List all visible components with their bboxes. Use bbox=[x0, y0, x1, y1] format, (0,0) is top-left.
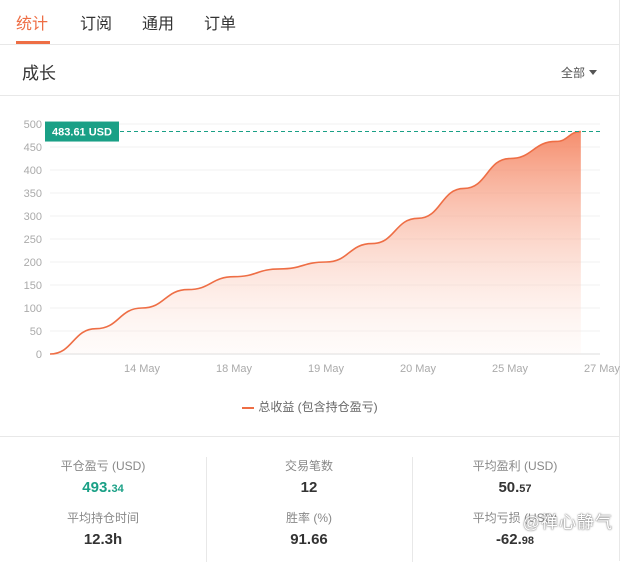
stat-trade-count: 交易笔数 12 bbox=[219, 457, 399, 496]
y-tick-label: 50 bbox=[30, 326, 42, 338]
column-divider bbox=[412, 457, 413, 562]
legend-label: 总收益 (包含持仓盈亏) bbox=[258, 400, 378, 414]
series-area bbox=[50, 131, 581, 354]
y-tick-label: 100 bbox=[24, 303, 42, 315]
section-title: 成长 bbox=[22, 64, 56, 83]
range-filter-label: 全部 bbox=[560, 66, 585, 80]
y-tick-label: 350 bbox=[24, 188, 42, 200]
stat-value: -62.98 bbox=[495, 531, 535, 548]
stat-label: 平均盈利 (USD) bbox=[472, 459, 558, 473]
y-tick-label: 200 bbox=[24, 257, 42, 269]
stat-label: 交易笔数 bbox=[284, 459, 333, 473]
chart-legend: 总收益 (包含持仓盈亏) bbox=[0, 398, 620, 415]
stat-value: 493.34 bbox=[82, 479, 124, 496]
tab-subscribe[interactable]: 订阅 bbox=[80, 10, 112, 34]
x-tick-label: 27 May bbox=[584, 363, 620, 375]
growth-chart-svg: 0 50 100 150 200 250 300 350 400 450 500 14 May 18 M… bbox=[24, 119, 620, 375]
y-tick-label: 300 bbox=[24, 211, 42, 223]
legend-line-swatch bbox=[242, 406, 255, 409]
y-tick-label: 400 bbox=[24, 165, 42, 177]
x-tick-label: 20 May bbox=[400, 363, 437, 375]
stat-value: 12 bbox=[300, 479, 318, 496]
tab-stats[interactable]: 统计 bbox=[16, 10, 48, 34]
x-tick-label: 18 May bbox=[216, 363, 253, 375]
y-tick-label: 250 bbox=[24, 234, 42, 246]
section-header: 成长 全部 bbox=[0, 45, 619, 96]
column-divider bbox=[206, 457, 207, 562]
growth-chart: 0 50 100 150 200 250 300 350 400 450 500 14 May 18 M… bbox=[0, 96, 620, 436]
stat-value: 12.3h bbox=[83, 531, 123, 548]
tab-orders[interactable]: 订单 bbox=[204, 10, 236, 34]
stat-avg-profit: 平均盈利 (USD) 50.57 bbox=[425, 457, 605, 496]
x-tick-label: 19 May bbox=[308, 363, 345, 375]
stats-panel: 统计 订阅 通用 订单 成长 全部 0 50 100 150 200 250 300 350 4… bbox=[0, 0, 620, 562]
x-tick-label: 25 May bbox=[492, 363, 529, 375]
stat-win-rate: 胜率 (%) 91.66 bbox=[219, 509, 399, 548]
stat-closed-pnl: 平仓盈亏 (USD) 493.34 bbox=[13, 457, 193, 496]
y-tick-label: 150 bbox=[24, 280, 42, 292]
tab-bar: 统计 订阅 通用 订单 bbox=[0, 0, 619, 45]
stat-label: 平均持仓时间 bbox=[66, 511, 139, 525]
active-tab-indicator bbox=[16, 41, 50, 44]
stat-label: 胜率 (%) bbox=[286, 511, 332, 525]
y-tick-label: 0 bbox=[36, 349, 42, 361]
caret-down-icon bbox=[589, 70, 597, 75]
stat-value: 50.57 bbox=[498, 479, 532, 496]
current-value-label: 483.61 USD bbox=[52, 127, 112, 139]
x-tick-label: 14 May bbox=[124, 363, 161, 375]
watermark: @禅心静气 bbox=[522, 513, 613, 532]
y-tick-label: 450 bbox=[24, 142, 42, 154]
range-filter-dropdown[interactable]: 全部 bbox=[561, 64, 597, 81]
tab-general[interactable]: 通用 bbox=[142, 10, 174, 34]
stat-avg-hold-time: 平均持仓时间 12.3h bbox=[13, 509, 193, 548]
y-tick-label: 500 bbox=[24, 119, 42, 131]
stats-grid: 平仓盈亏 (USD) 493.34 交易笔数 12 平均盈利 (USD) 50.… bbox=[0, 436, 620, 562]
stat-label: 平仓盈亏 (USD) bbox=[60, 459, 146, 473]
stat-value: 91.66 bbox=[290, 531, 328, 548]
